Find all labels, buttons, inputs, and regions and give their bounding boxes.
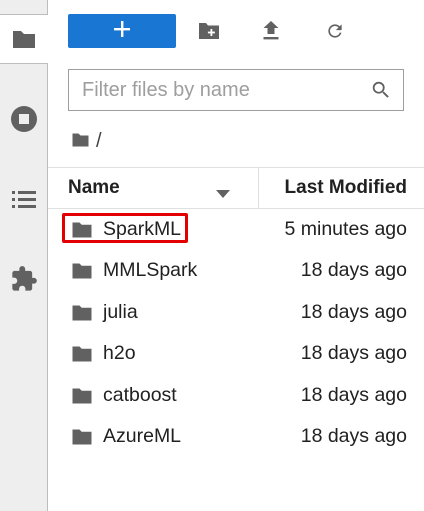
tab-running[interactable] bbox=[0, 94, 48, 144]
new-folder-icon bbox=[198, 22, 220, 45]
plus-icon bbox=[114, 20, 130, 42]
upload-button[interactable] bbox=[258, 20, 284, 46]
refresh-icon bbox=[325, 21, 345, 46]
filter-files-input[interactable] bbox=[69, 71, 369, 109]
file-name: AzureML bbox=[103, 424, 182, 447]
file-list: SparkML 5 minutes ago MMLSpark 18 days a… bbox=[48, 209, 424, 457]
file-row[interactable]: MMLSpark 18 days ago bbox=[48, 250, 424, 291]
file-name: h2o bbox=[103, 342, 136, 365]
folder-icon bbox=[72, 345, 92, 362]
file-row[interactable]: catboost 18 days ago bbox=[48, 375, 424, 416]
activity-bar bbox=[0, 0, 48, 511]
folder-icon bbox=[72, 387, 92, 404]
tab-table-of-contents[interactable] bbox=[0, 174, 48, 224]
file-modified: 18 days ago bbox=[300, 259, 407, 282]
running-stop-icon bbox=[10, 105, 38, 133]
file-row[interactable]: SparkML 5 minutes ago bbox=[48, 209, 424, 250]
breadcrumb-home[interactable] bbox=[72, 130, 89, 153]
folder-icon bbox=[11, 28, 37, 50]
folder-icon bbox=[72, 221, 92, 238]
new-launcher-button[interactable] bbox=[68, 14, 176, 48]
tab-file-browser[interactable] bbox=[0, 14, 48, 64]
file-name: catboost bbox=[103, 383, 177, 406]
folder-icon bbox=[72, 130, 89, 152]
filter-files-box bbox=[68, 69, 404, 111]
column-header-modified-label: Last Modified bbox=[284, 177, 407, 198]
new-folder-button[interactable] bbox=[196, 20, 222, 46]
file-modified: 18 days ago bbox=[300, 383, 407, 406]
folder-icon bbox=[72, 262, 92, 279]
file-name: SparkML bbox=[103, 218, 182, 240]
breadcrumb-path: / bbox=[96, 129, 102, 152]
jupyterlab-file-browser: / Name Last Modified SparkML 5 minutes a… bbox=[0, 0, 424, 511]
file-modified: 5 minutes ago bbox=[284, 218, 408, 240]
list-icon bbox=[11, 188, 37, 210]
file-modified: 18 days ago bbox=[300, 424, 407, 447]
folder-icon bbox=[72, 304, 92, 321]
file-row[interactable]: julia 18 days ago bbox=[48, 292, 424, 333]
search-icon[interactable] bbox=[369, 78, 393, 102]
file-browser-toolbar bbox=[48, 0, 424, 62]
column-header-name-label: Name bbox=[68, 177, 120, 198]
file-browser-panel: / Name Last Modified SparkML 5 minutes a… bbox=[48, 0, 424, 511]
file-name: julia bbox=[103, 300, 138, 323]
extension-puzzle-icon bbox=[10, 265, 38, 293]
upload-icon bbox=[262, 20, 280, 46]
refresh-button[interactable] bbox=[322, 20, 348, 46]
tab-extensions[interactable] bbox=[0, 254, 48, 304]
file-row[interactable]: h2o 18 days ago bbox=[48, 333, 424, 374]
file-list-header: Name Last Modified bbox=[48, 167, 424, 209]
file-modified: 18 days ago bbox=[300, 300, 407, 323]
folder-icon bbox=[72, 428, 92, 445]
file-name: MMLSpark bbox=[103, 259, 198, 282]
column-header-last-modified[interactable]: Last Modified bbox=[258, 168, 424, 208]
file-row[interactable]: AzureML 18 days ago bbox=[48, 416, 424, 457]
file-modified: 18 days ago bbox=[300, 342, 407, 365]
breadcrumb: / bbox=[72, 128, 102, 154]
caret-down-icon[interactable] bbox=[215, 183, 231, 198]
